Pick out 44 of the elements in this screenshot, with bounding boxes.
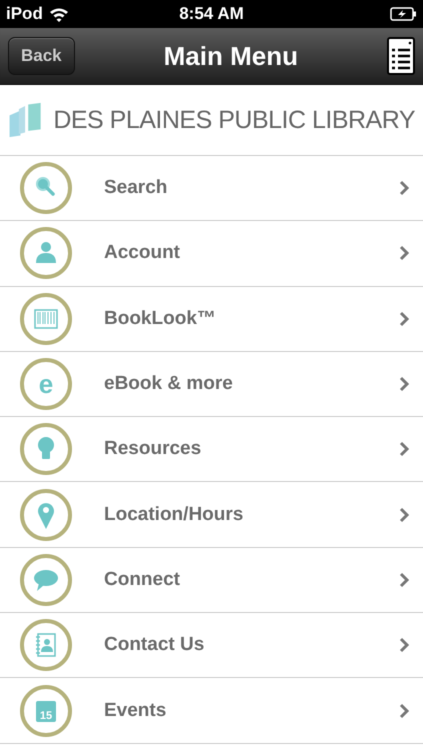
- menu-item[interactable]: e eBook & more: [0, 352, 423, 418]
- map-pin-icon: [38, 502, 54, 529]
- speech-bubble-icon: [34, 570, 58, 591]
- menu-label: Events: [104, 700, 168, 722]
- back-button[interactable]: Back: [8, 37, 75, 75]
- battery-icon: [390, 7, 417, 21]
- menu-label: Location/Hours: [104, 504, 244, 526]
- library-name: DES PLAINES PUBLIC LIBRARY: [53, 106, 415, 134]
- page-title: Main Menu: [164, 40, 298, 72]
- letter-icon: e: [38, 369, 54, 400]
- chevron-icon: [399, 637, 409, 654]
- chevron-icon: [399, 572, 409, 588]
- wifi-icon: [48, 6, 69, 22]
- menu-label: Search: [104, 177, 168, 200]
- calendar-icon: 15: [36, 700, 56, 722]
- menu-item[interactable]: BookLook™: [0, 286, 423, 352]
- list-icon[interactable]: [386, 37, 415, 75]
- menu-item[interactable]: Account: [0, 221, 423, 287]
- person-icon: [36, 242, 56, 264]
- menu-item[interactable]: 15 Events: [0, 678, 423, 744]
- menu-label: Contact Us: [104, 634, 206, 656]
- clock: 8:54 AM: [179, 4, 244, 24]
- menu-label: eBook & more: [104, 373, 234, 396]
- chevron-icon: [399, 702, 409, 719]
- menu-label: Resources: [104, 438, 202, 460]
- carrier-name: iPod: [6, 4, 43, 24]
- menu-item[interactable]: Location/Hours: [0, 482, 423, 548]
- menu-label: BookLook™: [104, 308, 217, 330]
- menu-item[interactable]: Search: [0, 156, 423, 222]
- barcode-icon: [34, 308, 58, 328]
- menu-item[interactable]: Connect: [0, 548, 423, 614]
- chevron-icon: [399, 506, 409, 523]
- menu-label: Connect: [104, 568, 181, 591]
- magnifier-icon: [36, 177, 55, 196]
- address-book-icon: [35, 633, 56, 657]
- lightbulb-icon: [38, 437, 54, 460]
- menu-label: Account: [104, 242, 181, 264]
- chevron-icon: [399, 310, 409, 327]
- chevron-icon: [399, 180, 409, 196]
- chevron-icon: [399, 245, 409, 262]
- menu-item[interactable]: Resources: [0, 417, 423, 482]
- chevron-icon: [399, 376, 409, 392]
- chevron-icon: [399, 441, 409, 458]
- menu-item[interactable]: Contact Us: [0, 613, 423, 678]
